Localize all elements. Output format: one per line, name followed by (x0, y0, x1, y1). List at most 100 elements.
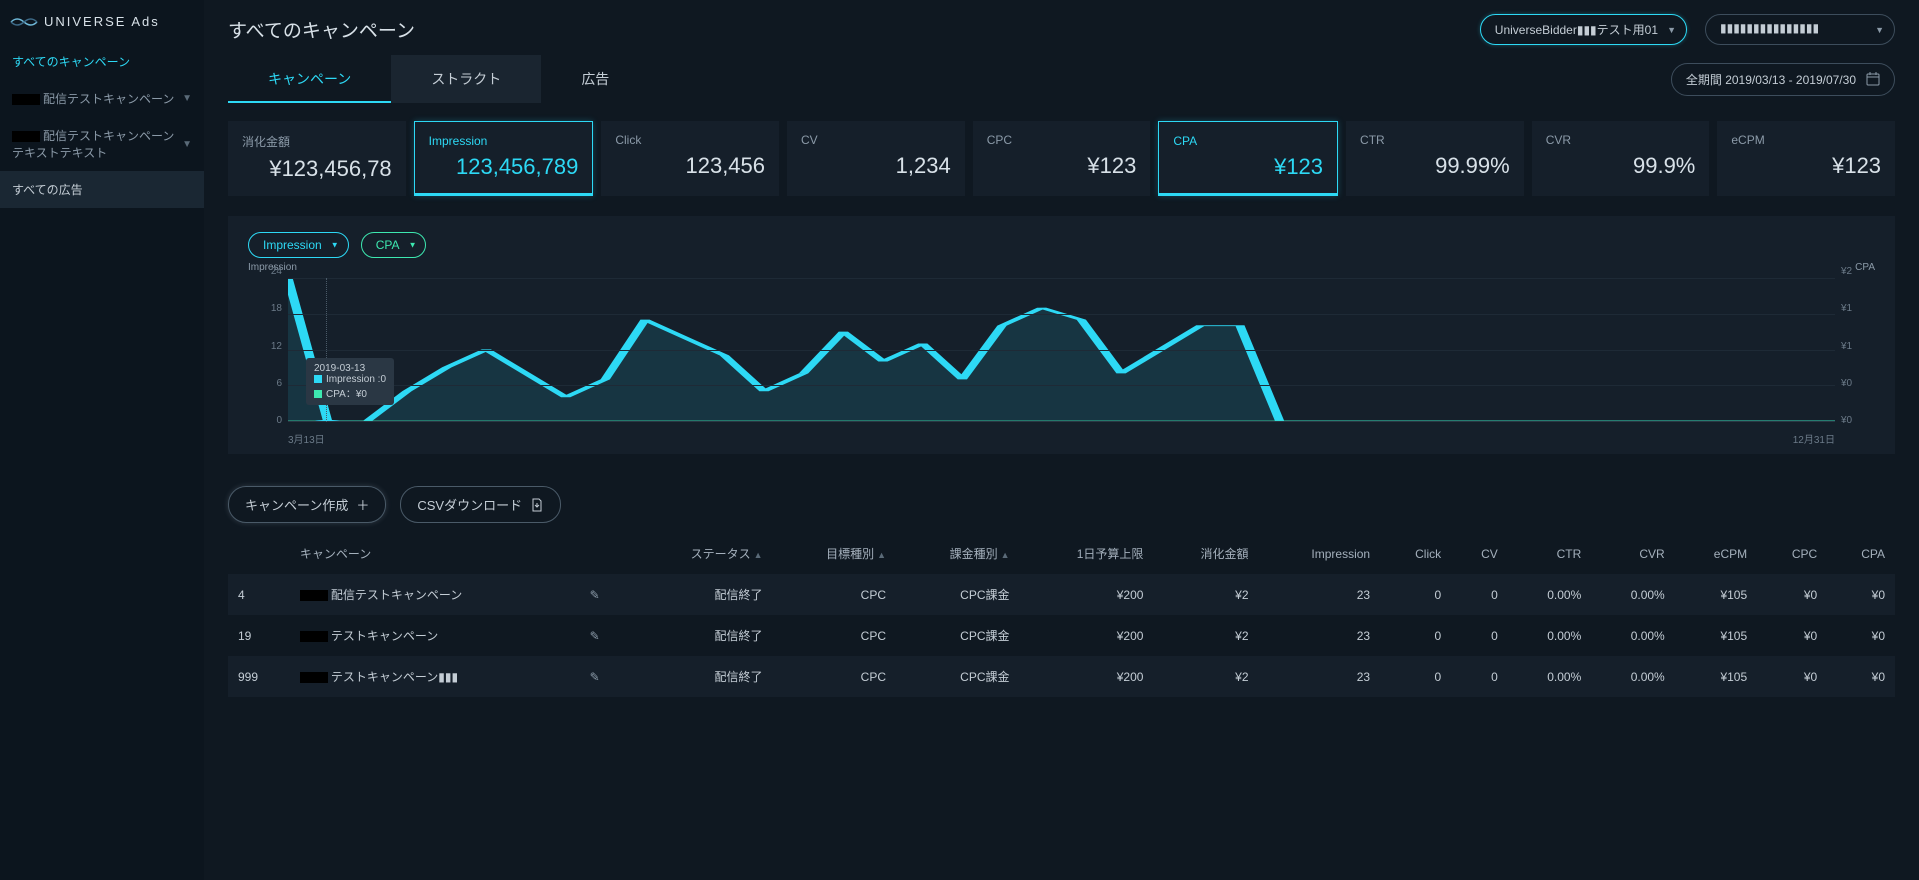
chart-series-b-selector[interactable]: CPA ▼ (361, 232, 427, 258)
chevron-down-icon: ▼ (182, 93, 192, 104)
metric-card-cvr[interactable]: CVR 99.9% (1532, 121, 1710, 196)
y-left-ticks: 24181260 (248, 266, 282, 426)
sidebar-item-campaign-2[interactable]: 配信テストキャンペーンテキストテキスト ▼ (0, 117, 204, 171)
sidebar-item-campaign-1[interactable]: 配信テストキャンペーン ▼ (0, 80, 204, 117)
metric-card-click[interactable]: Click 123,456 (601, 121, 779, 196)
download-icon (530, 498, 544, 512)
metric-card-消化金額[interactable]: 消化金額 ¥123,456,78 (228, 121, 406, 196)
metric-value: ¥123 (987, 153, 1137, 179)
chevron-down-icon: ▼ (182, 139, 192, 150)
col-9[interactable]: Click (1380, 533, 1451, 574)
col-12[interactable]: CVR (1591, 533, 1674, 574)
metric-label: CVR (1546, 133, 1696, 147)
col-7[interactable]: 消化金額 (1153, 533, 1258, 574)
campaigns-table-wrap: キャンペーン ステータス▲目標種別▲課金種別▲1日予算上限消化金額Impressi… (204, 533, 1919, 697)
table-row[interactable]: 999テストキャンペーン▮▮▮✎配信終了CPCCPC課金¥200¥223000.… (228, 656, 1895, 697)
edit-icon[interactable]: ✎ (590, 629, 600, 643)
metric-value: 99.9% (1546, 153, 1696, 179)
metric-value: 99.99% (1360, 153, 1510, 179)
top-bar: すべてのキャンペーン UniverseBidder▮▮▮テスト用01 ▼ ▮▮▮… (204, 0, 1919, 55)
table-row[interactable]: 4配信テストキャンペーン✎配信終了CPCCPC課金¥200¥223000.00%… (228, 574, 1895, 615)
metric-card-cpa[interactable]: CPA ¥123 (1158, 121, 1338, 196)
edit-icon[interactable]: ✎ (590, 588, 600, 602)
metric-card-ctr[interactable]: CTR99.99% (1346, 121, 1524, 196)
col-3[interactable]: ステータス▲ (630, 533, 772, 574)
chevron-down-icon: ▼ (409, 241, 417, 250)
col-4[interactable]: 目標種別▲ (773, 533, 897, 574)
account-selector-label: UniverseBidder▮▮▮テスト用01 (1495, 23, 1658, 37)
tab-label: ストラクト (431, 71, 501, 87)
metric-value: ¥123 (1731, 153, 1881, 179)
metric-card-ecpm[interactable]: eCPM ¥123 (1717, 121, 1895, 196)
x-label-end: 12月31日 (1793, 431, 1835, 446)
col-1[interactable]: キャンペーン (290, 533, 572, 574)
metric-label: Click (615, 133, 765, 147)
chevron-down-icon: ▼ (331, 241, 339, 250)
campaigns-table: キャンペーン ステータス▲目標種別▲課金種別▲1日予算上限消化金額Impressi… (228, 533, 1895, 697)
col-5[interactable]: 課金種別▲ (896, 533, 1020, 574)
table-header-row: キャンペーン ステータス▲目標種別▲課金種別▲1日予算上限消化金額Impressi… (228, 533, 1895, 574)
chip-label: Impression (263, 238, 322, 252)
col-8[interactable]: Impression (1259, 533, 1381, 574)
csv-download-button[interactable]: CSVダウンロード (400, 486, 561, 523)
metric-label: CV (801, 133, 951, 147)
calendar-icon (1866, 72, 1880, 86)
col-10[interactable]: CV (1451, 533, 1508, 574)
chart-series-a-selector[interactable]: Impression ▼ (248, 232, 349, 258)
y-right-ticks: ¥2¥1¥1¥0¥0 (1841, 266, 1875, 426)
metric-label: eCPM (1731, 133, 1881, 147)
date-range-picker[interactable]: 全期間 2019/03/13 - 2019/07/30 (1671, 63, 1895, 96)
col-2 (572, 533, 631, 574)
button-label: CSVダウンロード (417, 495, 522, 514)
date-range-label: 全期間 2019/03/13 - 2019/07/30 (1686, 71, 1856, 88)
metric-value: ¥123 (1173, 154, 1323, 180)
main-content: すべてのキャンペーン UniverseBidder▮▮▮テスト用01 ▼ ▮▮▮… (204, 0, 1919, 880)
metric-label: CPA (1173, 134, 1323, 148)
table-body: 4配信テストキャンペーン✎配信終了CPCCPC課金¥200¥223000.00%… (228, 574, 1895, 697)
col-0 (228, 533, 290, 574)
metric-card-cv[interactable]: CV1,234 (787, 121, 965, 196)
col-14[interactable]: CPC (1757, 533, 1827, 574)
col-11[interactable]: CTR (1508, 533, 1591, 574)
sidebar-item-label: すべてのキャンペーン (12, 53, 130, 70)
sidebar-item-label: 配信テストキャンペーンテキストテキスト (12, 127, 174, 161)
x-labels: 3月13日 12月31日 (288, 431, 1835, 446)
metric-card-impression[interactable]: Impression 123,456,789 (414, 121, 594, 196)
create-campaign-button[interactable]: キャンペーン作成 ＋ (228, 486, 386, 523)
tooltip-line-2: CPA：¥0 (326, 389, 367, 400)
metric-card-cpc[interactable]: CPC ¥123 (973, 121, 1151, 196)
metric-value: 123,456,789 (429, 154, 579, 180)
chart-area: Impression CPA 24181260 ¥2¥1¥1¥0¥0 2019-… (248, 266, 1875, 446)
account-selector[interactable]: UniverseBidder▮▮▮テスト用01 ▼ (1480, 14, 1687, 45)
col-15[interactable]: CPA (1827, 533, 1895, 574)
metric-label: CPC (987, 133, 1137, 147)
button-label: キャンペーン作成 (245, 495, 348, 514)
sidebar-item-label: すべての広告 (12, 181, 83, 198)
sidebar-item-all-campaigns[interactable]: すべてのキャンペーン (0, 43, 204, 80)
col-13[interactable]: eCPM (1675, 533, 1757, 574)
x-label-start: 3月13日 (288, 431, 325, 446)
logo-icon (10, 15, 38, 29)
chip-label: CPA (376, 238, 400, 252)
metric-value: ¥123,456,78 (242, 156, 392, 182)
col-6[interactable]: 1日予算上限 (1020, 533, 1154, 574)
metrics-row: 消化金額 ¥123,456,78 Impression 123,456,789 Clic… (204, 103, 1919, 204)
page-title: すべてのキャンペーン (228, 16, 415, 43)
tab-ads[interactable]: 広告 (541, 55, 649, 103)
metric-label: 消化金額 (242, 133, 392, 150)
tab-label: キャンペーン (268, 71, 351, 87)
secondary-selector[interactable]: ▮▮▮▮▮▮▮▮▮▮▮▮▮▮▮ ▼ (1705, 14, 1895, 45)
metric-label: Impression (429, 134, 579, 148)
tab-campaign[interactable]: キャンペーン (228, 55, 391, 103)
tooltip-line-1: Impression :0 (326, 374, 386, 385)
sidebar-item-all-ads[interactable]: すべての広告 (0, 171, 204, 208)
metric-value: 123,456 (615, 153, 765, 179)
edit-icon[interactable]: ✎ (590, 670, 600, 684)
tabs: キャンペーン ストラクト 広告 (228, 55, 649, 103)
chart-tooltip: 2019-03-13 Impression :0 CPA：¥0 (306, 358, 394, 405)
chart-plot[interactable] (288, 278, 1835, 422)
secondary-selector-label: ▮▮▮▮▮▮▮▮▮▮▮▮▮▮▮ (1720, 21, 1819, 35)
chart-section: Impression ▼ CPA ▼ Impression CPA 241812… (228, 216, 1895, 454)
tab-struct[interactable]: ストラクト (391, 55, 541, 103)
table-row[interactable]: 19テストキャンペーン✎配信終了CPCCPC課金¥200¥223000.00%0… (228, 615, 1895, 656)
